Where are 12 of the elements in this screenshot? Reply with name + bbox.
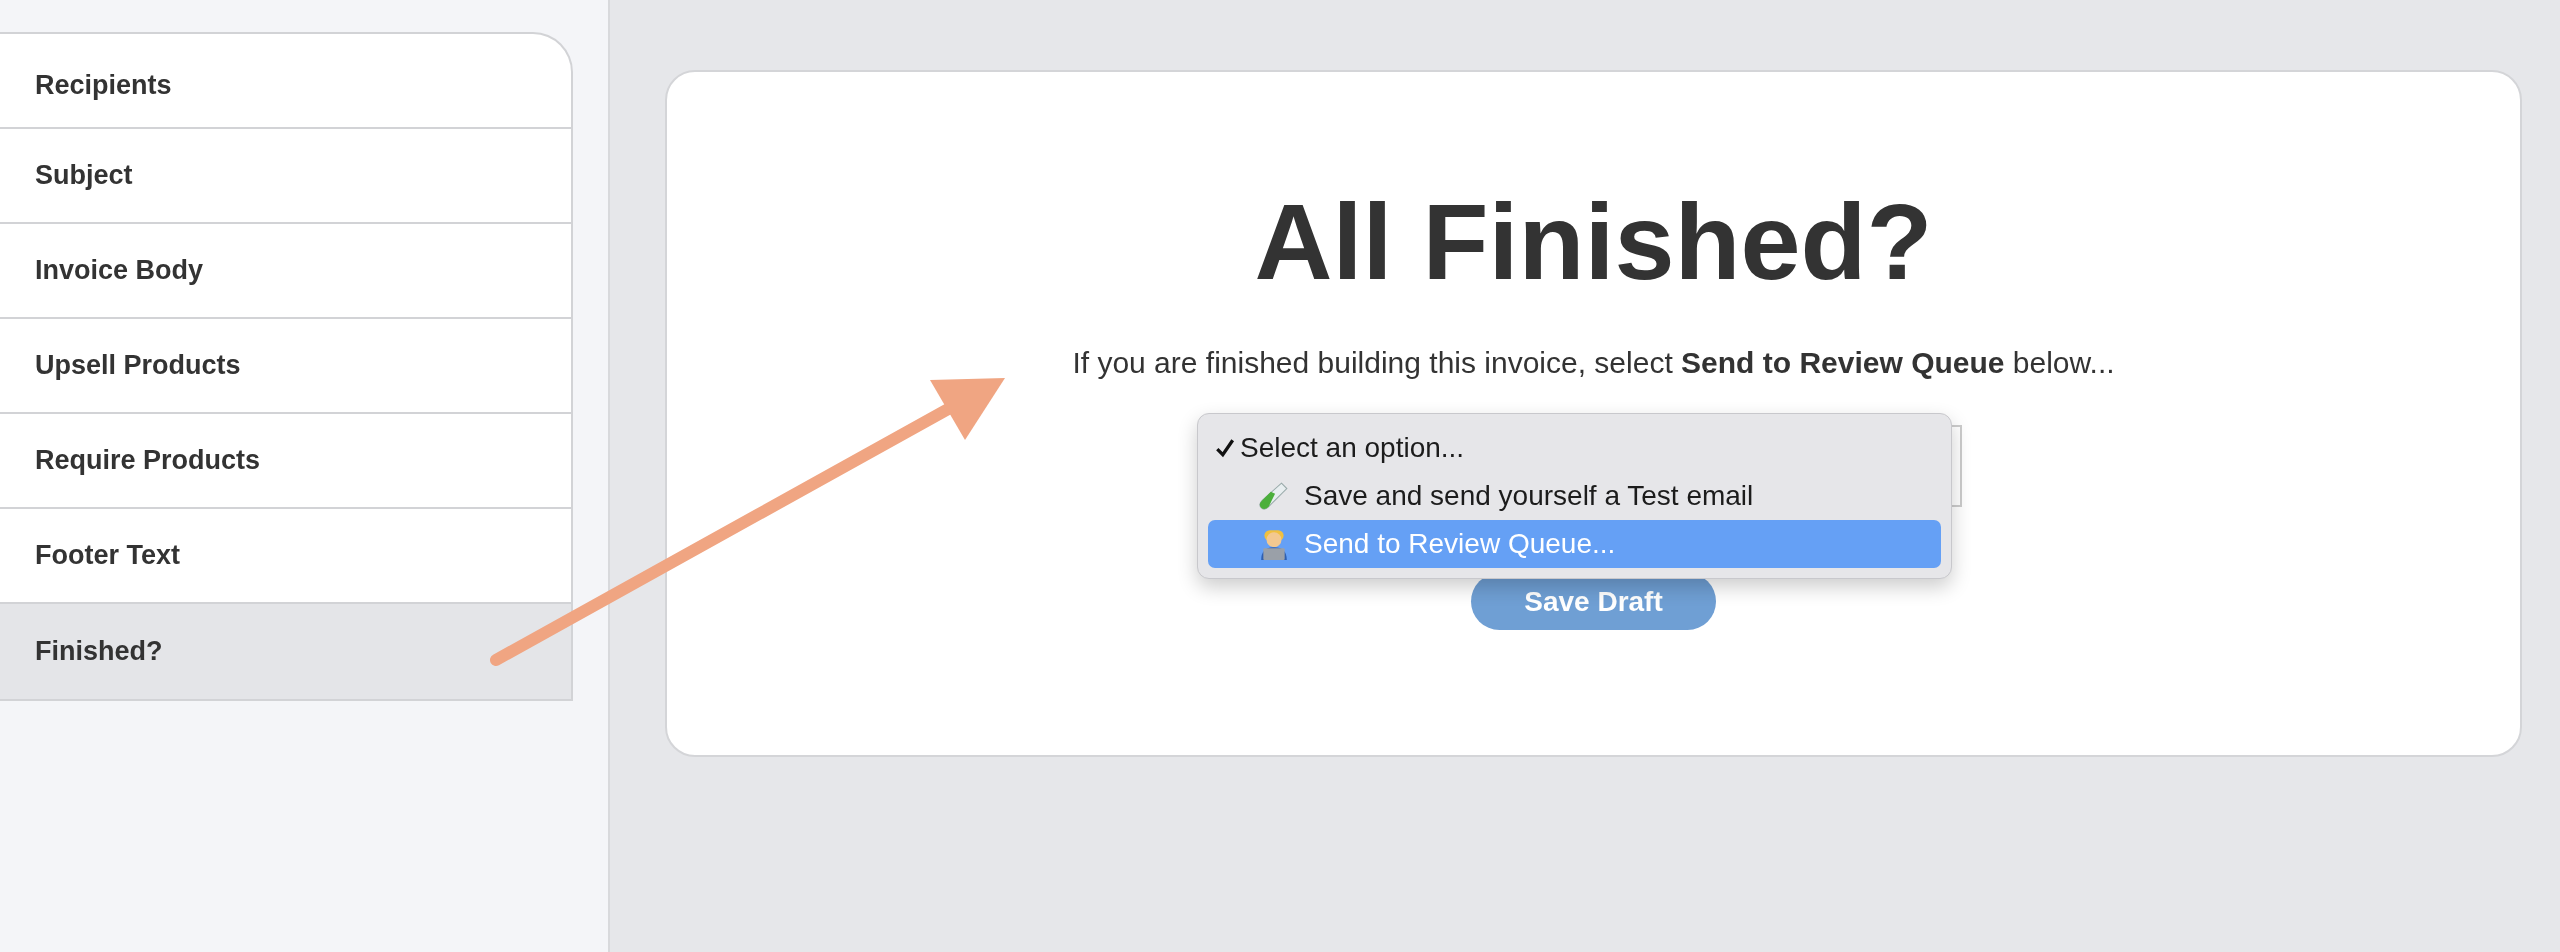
sidebar-item[interactable]: Subject: [0, 129, 571, 224]
instruction-text: If you are finished building this invoice, select Send to Review Queue below...: [1072, 346, 2115, 380]
sidebar-item[interactable]: Recipients: [0, 34, 571, 129]
heading: All Finished?: [1254, 188, 1933, 296]
dropdown-option[interactable]: Select an option...: [1208, 424, 1941, 472]
person-laptop-icon: [1258, 528, 1290, 560]
sidebar-item[interactable]: Upsell Products: [0, 319, 571, 414]
sidebar-item[interactable]: Finished?: [0, 604, 571, 699]
dropdown-option[interactable]: Save and send yourself a Test email: [1208, 472, 1941, 520]
sidebar-item[interactable]: Invoice Body: [0, 224, 571, 319]
sidebar-item[interactable]: Require Products: [0, 414, 571, 509]
test-tube-icon: [1258, 480, 1290, 512]
